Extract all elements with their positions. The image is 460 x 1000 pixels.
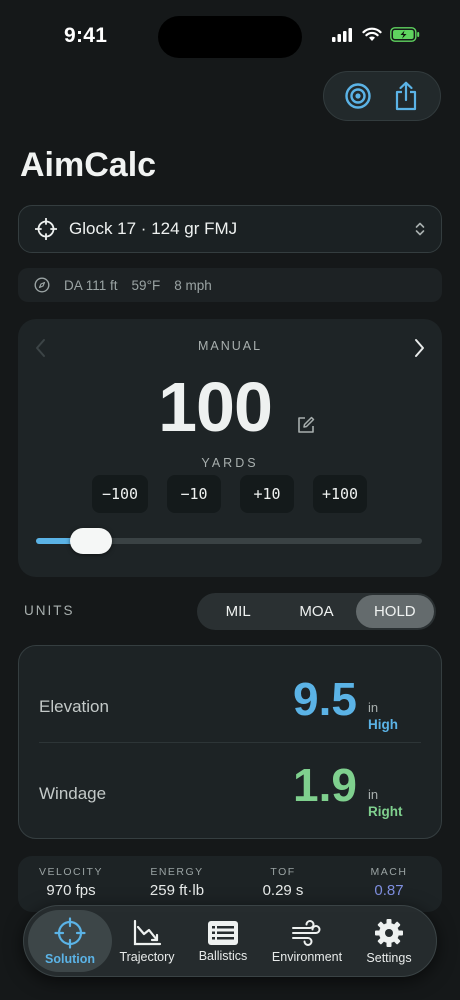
tab-label: Trajectory [119,949,175,964]
step-plus-10-button[interactable]: +10 [240,475,294,513]
stat-mach: MACH 0.87 [336,866,442,899]
solution-card: Elevation 9.5 in High Windage 1.9 in Rig… [18,645,442,839]
unit-option-hold[interactable]: HOLD [355,595,434,628]
edit-icon[interactable] [296,415,316,435]
wind-speed: 8 mph [174,277,212,293]
signal-icon [332,27,352,42]
range-mode: MANUAL [197,339,263,353]
windage-label: Windage [39,784,107,803]
stat-key: MACH [370,866,408,878]
stat-key: TOF [270,866,296,878]
chevron-right-icon[interactable] [412,337,426,359]
units-segmented-control: MIL MOA HOLD [197,593,436,630]
tab-ballistics[interactable]: Ballistics [188,906,258,976]
load-label: Glock 17 · 124 gr FMJ [69,219,238,238]
load-selector[interactable]: Glock 17 · 124 gr FMJ [18,205,442,253]
crosshair-icon [54,916,86,949]
range-value[interactable]: 100 [18,367,412,447]
compass-icon [34,277,50,293]
stat-energy: ENERGY 259 ft·lb [124,866,230,899]
stat-key: ENERGY [150,866,204,878]
tab-trajectory[interactable]: Trajectory [112,906,182,976]
chevron-updown-icon [415,222,425,236]
stat-key: VELOCITY [39,866,103,878]
tab-environment[interactable]: Environment [264,906,350,976]
stat-tof: TOF 0.29 s [230,866,336,899]
environment-strip[interactable]: DA 111 ft 59°F 8 mph [18,268,442,302]
step-plus-100-button[interactable]: +100 [313,475,367,513]
table-icon [208,920,238,945]
share-icon [395,81,417,111]
step-buttons: −100 −10 +10 +100 [92,475,367,513]
share-button[interactable] [386,76,426,116]
gear-icon [375,918,403,947]
range-card: MANUAL 100 YARDS −100 −10 +10 +100 [18,319,442,577]
target-icon [345,83,371,109]
tab-label: Settings [366,950,412,965]
temperature: 59°F [131,277,161,293]
target-button[interactable] [338,76,378,116]
windage-direction: Right [368,804,403,819]
step-minus-10-button[interactable]: −10 [167,475,221,513]
units-label: UNITS [24,603,75,618]
tab-label: Ballistics [198,948,248,963]
elevation-direction: High [368,717,398,732]
unit-option-moa[interactable]: MOA [277,595,355,628]
stat-value: 0.87 [374,882,404,899]
status-icons [332,27,420,42]
windage-unit: in [368,787,379,802]
density-altitude: DA 111 ft [64,277,118,293]
stat-value: 259 ft·lb [149,882,205,899]
stat-value: 0.29 s [262,882,304,899]
windage-value: 1.9 [293,759,357,811]
tab-settings[interactable]: Settings [356,906,422,976]
elevation-unit: in [368,700,379,715]
crosshair-icon [35,218,57,240]
range-unit: YARDS [201,456,259,470]
solution-divider [39,742,421,743]
status-time: 9:41 [64,24,108,47]
tab-label: Solution [45,951,95,966]
step-minus-100-button[interactable]: −100 [92,475,148,513]
unit-option-mil[interactable]: MIL [199,595,277,628]
chart-icon [133,919,162,945]
battery-icon [390,27,420,42]
wifi-icon [362,27,382,41]
tab-label: Environment [271,949,343,964]
stat-value: 970 fps [46,882,96,899]
range-slider-thumb[interactable] [69,528,112,554]
dynamic-island [158,16,302,58]
stats-strip: VELOCITY 970 fps ENERGY 259 ft·lb TOF 0.… [18,856,442,912]
wind-icon [292,919,321,946]
elevation-value: 9.5 [293,673,357,725]
top-actions [323,71,441,121]
stat-velocity: VELOCITY 970 fps [18,866,124,899]
tab-solution[interactable]: Solution [28,910,112,972]
tab-bar: Solution Trajectory Ballistics Environme… [23,905,437,977]
page-title: AimCalc [20,146,157,184]
elevation-label: Elevation [39,697,109,716]
